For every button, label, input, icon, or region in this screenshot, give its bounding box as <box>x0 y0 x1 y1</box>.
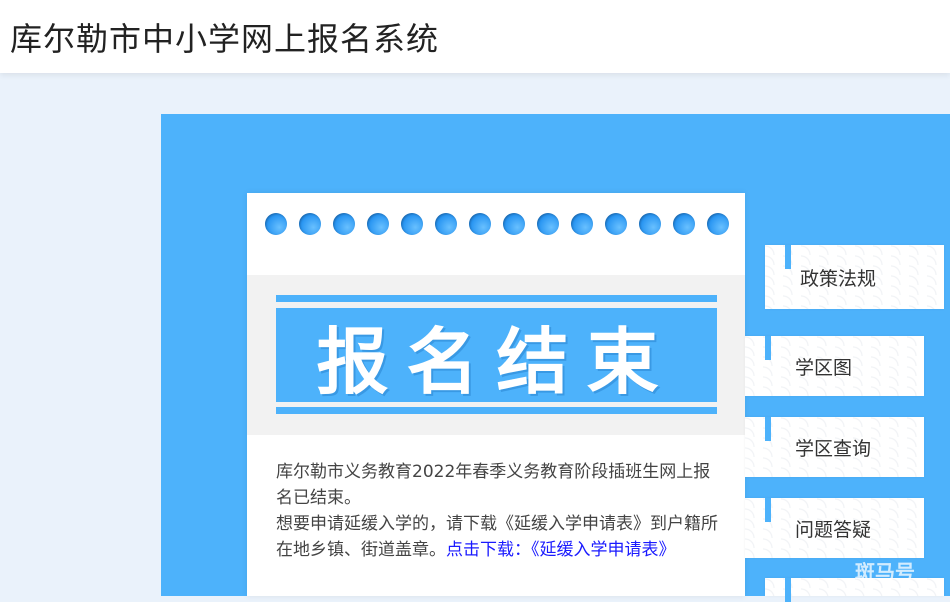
binding-hole <box>605 213 627 235</box>
binding-hole <box>571 213 593 235</box>
notice-line-2: 想要申请延缓入学的，请下载《延缓入学申请表》到户籍所在地乡镇、街道盖章。点击下载… <box>276 511 721 563</box>
menu-tab-notch <box>765 417 771 441</box>
banner-divider-top <box>276 295 717 302</box>
binding-hole <box>639 213 661 235</box>
binding-hole <box>367 213 389 235</box>
banner-text: 报名结束 <box>316 319 677 404</box>
binding-hole <box>265 213 287 235</box>
download-form-link[interactable]: 点击下载：《延缓入学申请表》 <box>446 540 676 560</box>
binding-hole <box>503 213 525 235</box>
binding-hole <box>537 213 559 235</box>
notice-text: 库尔勒市义务教育2022年春季义务教育阶段插班生网上报名已结束。 想要申请延缓入… <box>276 459 721 563</box>
notice-card: 报名结束 库尔勒市义务教育2022年春季义务教育阶段插班生网上报名已结束。 想要… <box>247 193 745 596</box>
binding-hole <box>673 213 695 235</box>
site-title: 库尔勒市中小学网上报名系统 <box>10 20 440 58</box>
menu-item-label: 政策法规 <box>800 267 877 290</box>
binding-hole <box>401 213 423 235</box>
menu-item-label: 学区查询 <box>795 437 872 460</box>
notebook-binding-holes <box>265 213 735 235</box>
binding-hole <box>435 213 457 235</box>
top-header-bar: 库尔勒市中小学网上报名系统 <box>0 0 950 73</box>
binding-hole <box>707 213 729 235</box>
status-banner: 报名结束 <box>276 308 717 404</box>
binding-hole <box>299 213 321 235</box>
binding-hole <box>333 213 355 235</box>
menu-item-label: 学区图 <box>795 356 853 379</box>
watermark: 斑马号 <box>855 560 915 584</box>
notice-line-1: 库尔勒市义务教育2022年春季义务教育阶段插班生网上报名已结束。 <box>276 462 711 508</box>
banner-divider-bottom <box>276 407 717 414</box>
menu-item-label: 问题答疑 <box>795 518 872 541</box>
banner-area: 报名结束 <box>247 275 745 435</box>
menu-item-policy[interactable]: 政策法规 <box>765 245 944 309</box>
menu-tab-notch <box>765 498 771 522</box>
menu-tab-notch <box>765 336 771 360</box>
menu-item-district-query[interactable]: 学区查询 <box>745 417 924 477</box>
menu-item-district-map[interactable]: 学区图 <box>745 336 924 396</box>
menu-item-faq[interactable]: 问题答疑 <box>745 498 924 558</box>
menu-tab-notch <box>785 578 791 602</box>
binding-hole <box>469 213 491 235</box>
menu-tab-notch <box>785 245 791 269</box>
